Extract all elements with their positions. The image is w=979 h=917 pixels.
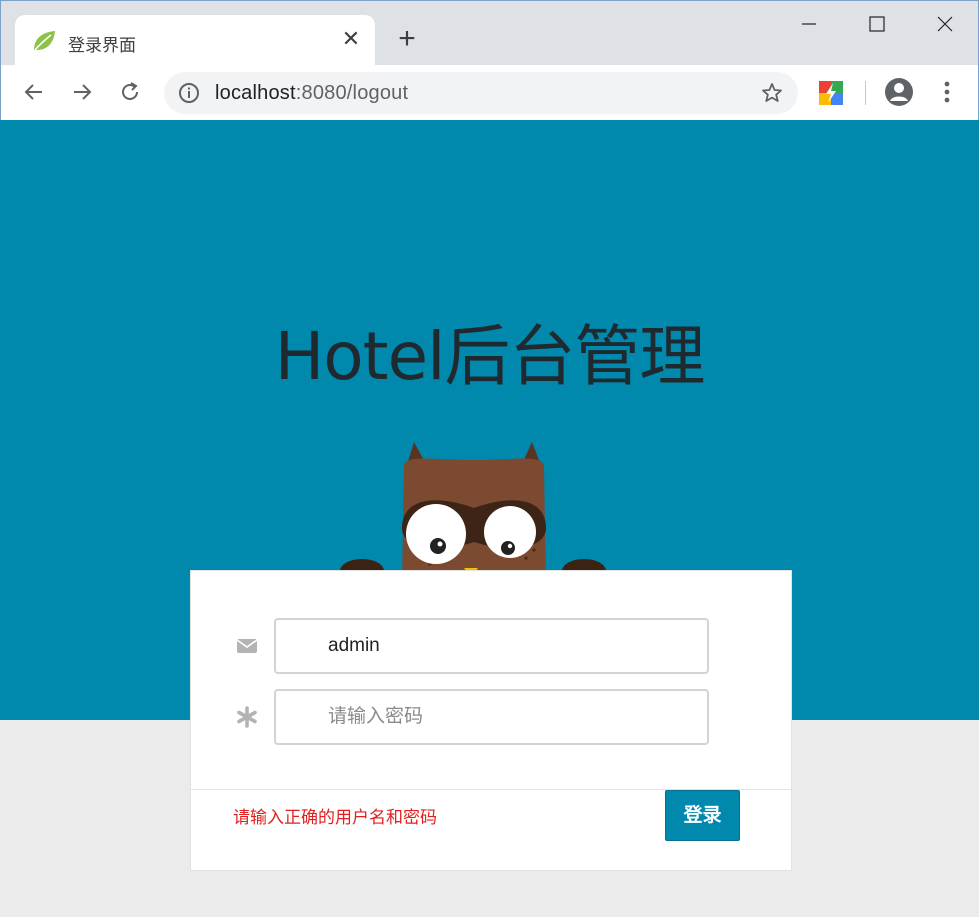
info-icon[interactable] bbox=[178, 82, 200, 109]
minimize-button[interactable] bbox=[779, 7, 839, 41]
url-host: localhost bbox=[215, 82, 296, 104]
toolbar-separator bbox=[865, 81, 866, 105]
tab-title: 登录界面 bbox=[68, 36, 136, 55]
new-tab-button[interactable]: + bbox=[393, 24, 421, 54]
back-button[interactable] bbox=[17, 75, 51, 109]
owl-mascot-icon bbox=[340, 442, 606, 588]
login-panel: 请输入正确的用户名和密码 登录 bbox=[190, 570, 792, 871]
browser-chrome: 登录界面 ✕ + localhost:8080/logout bbox=[0, 0, 979, 121]
more-menu-icon[interactable] bbox=[935, 79, 959, 110]
url-text: localhost:8080/logout bbox=[215, 82, 408, 105]
tab-strip: 登录界面 ✕ + bbox=[1, 1, 978, 67]
reload-icon bbox=[122, 82, 138, 100]
forward-button[interactable] bbox=[65, 75, 99, 109]
username-input[interactable] bbox=[274, 618, 709, 674]
browser-toolbar: localhost:8080/logout bbox=[1, 65, 978, 121]
extension-icon[interactable] bbox=[819, 81, 843, 105]
browser-tab[interactable]: 登录界面 ✕ bbox=[15, 15, 375, 67]
leaf-favicon-icon bbox=[31, 28, 57, 54]
window-close-button[interactable] bbox=[915, 7, 975, 41]
asterisk-icon bbox=[236, 706, 258, 728]
page-title: Hotel后台管理 bbox=[274, 318, 706, 395]
login-button[interactable]: 登录 bbox=[665, 790, 740, 841]
reload-button[interactable] bbox=[113, 75, 147, 109]
envelope-icon bbox=[236, 635, 258, 657]
error-message: 请输入正确的用户名和密码 bbox=[233, 808, 437, 827]
profile-avatar-icon[interactable] bbox=[884, 77, 914, 112]
maximize-button[interactable] bbox=[847, 7, 907, 41]
bookmark-star-icon[interactable] bbox=[760, 81, 784, 110]
address-bar[interactable]: localhost:8080/logout bbox=[164, 72, 798, 114]
password-input[interactable] bbox=[274, 689, 709, 745]
tab-close-icon[interactable]: ✕ bbox=[339, 27, 363, 51]
arrow-left-icon bbox=[24, 84, 42, 100]
url-path: :8080/logout bbox=[295, 82, 409, 104]
page-viewport: Hotel后台管理 请输入正确的用户名和密码 bbox=[0, 120, 979, 917]
arrow-right-icon bbox=[74, 84, 92, 100]
